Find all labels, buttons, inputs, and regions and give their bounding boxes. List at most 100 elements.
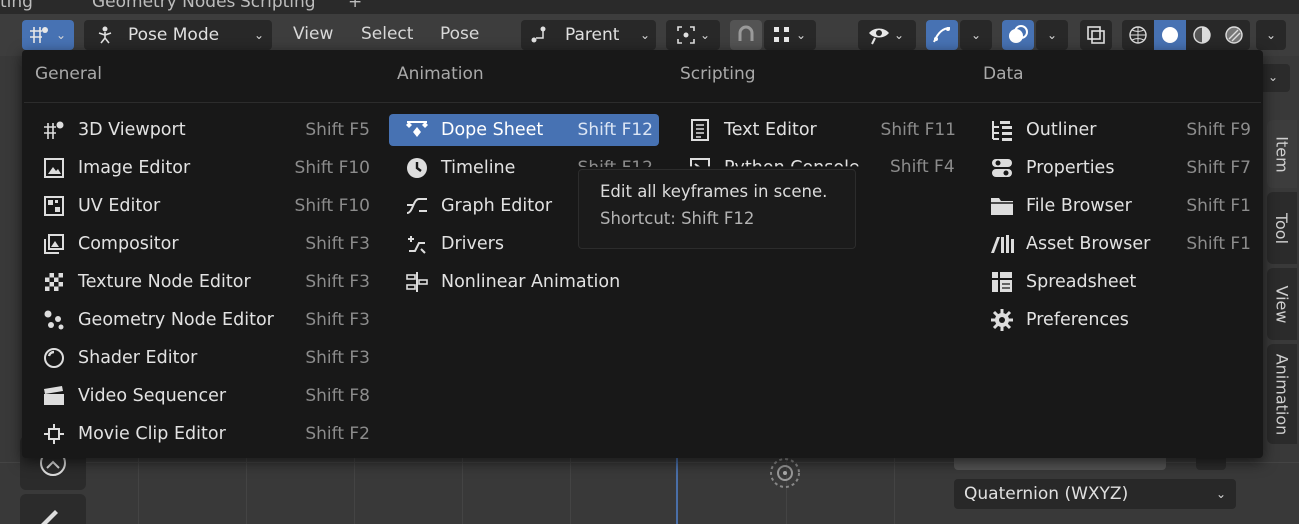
compositor-icon [40, 232, 68, 256]
menu-item-3d-viewport[interactable]: 3D Viewport Shift F5 [26, 114, 376, 146]
menu-item-label: Dope Sheet [441, 120, 544, 140]
texture-node-icon [40, 270, 68, 294]
menu-item-movie-clip-editor[interactable]: Movie Clip Editor Shift F2 [26, 418, 376, 450]
mode-dropdown[interactable]: Pose Mode ⌄ [84, 20, 272, 50]
menu-item-spreadsheet[interactable]: Spreadsheet [974, 266, 1257, 298]
text-editor-icon [686, 118, 714, 142]
shortcut-text: Shift F1 [1186, 196, 1251, 216]
chevron-down-icon: ⌄ [1268, 70, 1279, 84]
editor-type-menu: General Animation Scripting Data 3D View… [22, 50, 1263, 458]
xray-toggle[interactable] [1080, 20, 1112, 50]
shading-dropdown[interactable]: ⌄ [1256, 20, 1286, 50]
chevron-down-icon: ⌄ [700, 28, 711, 42]
tab-label: Tool [1272, 212, 1292, 244]
menu-item-uv-editor[interactable]: UV Editor Shift F10 [26, 190, 376, 222]
timeline-icon [403, 156, 431, 180]
graph-editor-icon [403, 194, 431, 218]
menu-item-geometry-node-editor[interactable]: Geometry Node Editor Shift F3 [26, 304, 376, 336]
chevron-down-icon: ⌄ [796, 28, 807, 42]
workspace-tab[interactable]: Scripting [240, 0, 316, 12]
menu-select[interactable]: Select [361, 24, 413, 44]
menu-divider [24, 102, 1261, 103]
menu-item-nonlinear-animation[interactable]: Nonlinear Animation [389, 266, 659, 298]
menu-item-label: Texture Node Editor [78, 272, 251, 292]
menu-item-label: Image Editor [78, 158, 191, 178]
menu-item-text-editor[interactable]: Text Editor Shift F11 [672, 114, 962, 146]
section-header-data: Data [983, 64, 1024, 84]
menu-item-properties[interactable]: Properties Shift F7 [974, 152, 1257, 184]
tooltip-shortcut: Shortcut: Shift F12 [600, 209, 755, 228]
add-workspace-tab[interactable]: + [348, 0, 362, 12]
snap-element-button[interactable]: ⌄ [764, 20, 816, 50]
rendered-shading-icon[interactable] [1218, 20, 1250, 50]
tab-label: View [1272, 285, 1292, 323]
chevron-down-icon: ⌄ [970, 28, 982, 42]
sidebar-tab-tool[interactable]: Tool [1267, 192, 1297, 264]
gizmo-icon [931, 24, 953, 46]
menu-item-label: Spreadsheet [1026, 272, 1137, 292]
dope-sheet-icon [403, 118, 431, 142]
sidebar-tab-item[interactable]: Item [1267, 120, 1297, 188]
shader-editor-icon [40, 346, 68, 370]
menu-view[interactable]: View [293, 24, 333, 44]
rotation-mode-dropdown[interactable]: Quaternion (WXYZ) ⌄ [954, 479, 1236, 509]
menu-item-shader-editor[interactable]: Shader Editor Shift F3 [26, 342, 376, 374]
menu-item-label: Properties [1026, 158, 1115, 178]
workspace-tabs: ting Geometry Nodes Scripting + [0, 0, 1299, 14]
section-header-scripting: Scripting [680, 64, 756, 84]
menu-item-texture-node-editor[interactable]: Texture Node Editor Shift F3 [26, 266, 376, 298]
chevron-down-icon: ⌄ [56, 28, 67, 42]
3d-viewport-icon [40, 118, 68, 142]
toolbar-annotate[interactable] [20, 494, 86, 524]
overlay-toggle[interactable] [1002, 20, 1034, 50]
pencil-icon [34, 504, 64, 524]
uv-editor-icon [40, 194, 68, 218]
menu-item-compositor[interactable]: Compositor Shift F3 [26, 228, 376, 260]
overlay-dropdown[interactable]: ⌄ [1036, 20, 1068, 50]
menu-pose[interactable]: Pose [440, 24, 479, 44]
visibility-button[interactable]: ⌄ [858, 20, 916, 50]
workspace-tab[interactable]: Geometry Nodes [92, 0, 235, 12]
menu-item-dope-sheet[interactable]: Dope Sheet Shift F12 [389, 114, 659, 146]
editor-type-button[interactable]: ⌄ [22, 20, 74, 50]
menu-item-label: Asset Browser [1026, 234, 1151, 254]
menu-item-outliner[interactable]: Outliner Shift F9 [974, 114, 1257, 146]
cursor-icon [766, 454, 804, 496]
menu-item-asset-browser[interactable]: Asset Browser Shift F1 [974, 228, 1257, 260]
shortcut-text: Shift F10 [294, 158, 370, 178]
pivot-icon [527, 24, 553, 46]
spreadsheet-icon [988, 270, 1016, 294]
pivot-dropdown[interactable]: Parent ⌄ [521, 20, 656, 50]
material-shading-icon[interactable] [1186, 20, 1218, 50]
shortcut-text: Shift F5 [305, 120, 370, 140]
menu-item-image-editor[interactable]: Image Editor Shift F10 [26, 152, 376, 184]
overlay-icon [1007, 24, 1029, 46]
gizmo-toggle[interactable] [926, 20, 958, 50]
section-header-animation: Animation [397, 64, 484, 84]
chevron-down-icon: ⌄ [894, 28, 905, 42]
shortcut-text: Shift F8 [305, 386, 370, 406]
snap-toggle[interactable] [730, 20, 762, 50]
sidebar-tab-animation[interactable]: Animation [1267, 344, 1297, 444]
file-browser-icon [988, 194, 1016, 218]
menu-item-video-sequencer[interactable]: Video Sequencer Shift F8 [26, 380, 376, 412]
chevron-down-icon: ⌄ [1265, 28, 1277, 42]
geometry-node-icon [40, 308, 68, 332]
tooltip: Edit all keyframes in scene. Shortcut: S… [578, 169, 856, 249]
solid-shading-icon[interactable] [1154, 20, 1186, 50]
sidebar-tab-view[interactable]: View [1267, 268, 1297, 340]
gizmo-dropdown[interactable]: ⌄ [960, 20, 992, 50]
wireframe-shading-icon[interactable] [1122, 20, 1154, 50]
menu-item-preferences[interactable]: Preferences [974, 304, 1257, 336]
menu-item-label: 3D Viewport [78, 120, 186, 140]
snap-target-button[interactable]: ⌄ [666, 20, 720, 50]
image-editor-icon [40, 156, 68, 180]
menu-item-file-browser[interactable]: File Browser Shift F1 [974, 190, 1257, 222]
rotation-mode-label: Quaternion (WXYZ) [964, 484, 1129, 504]
workspace-tab[interactable]: ting [0, 0, 33, 12]
menu-item-label: Video Sequencer [78, 386, 227, 406]
shortcut-text: Shift F4 [890, 157, 955, 177]
snap-target-icon [672, 24, 700, 46]
menu-item-label: Outliner [1026, 120, 1097, 140]
chevron-down-icon: ⌄ [1046, 28, 1058, 42]
